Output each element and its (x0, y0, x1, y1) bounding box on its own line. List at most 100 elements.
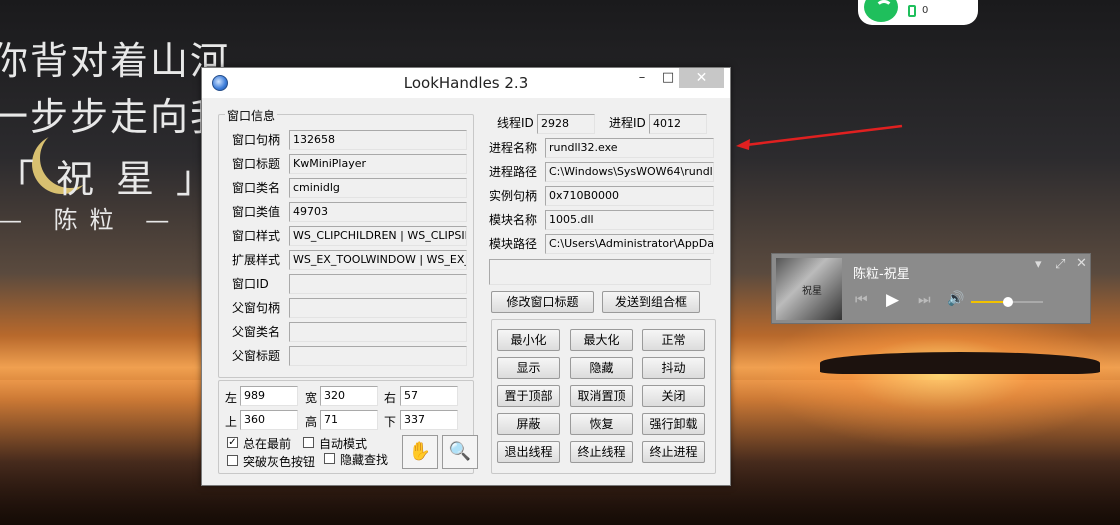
send-to-combo-button[interactable]: 发送到组合框 (602, 291, 700, 313)
next-icon[interactable]: ⏭ (918, 292, 931, 308)
finder-hand-button[interactable]: ✋ (402, 435, 438, 469)
wallpaper-island (820, 352, 1100, 374)
minimize-button[interactable]: – (629, 68, 655, 88)
process-id-field[interactable]: 4012 (649, 114, 707, 134)
bottom-field[interactable]: 337 (400, 410, 458, 430)
network-count: 0 (922, 5, 929, 16)
exit-thread-button[interactable]: 退出线程 (497, 441, 560, 463)
bottom-label: 下 (384, 415, 397, 429)
hand-icon: ✋ (408, 441, 432, 462)
instance-handle-label: 实例句柄 (489, 189, 538, 203)
break-gray-checkbox[interactable] (227, 455, 238, 466)
hide-button[interactable]: 隐藏 (570, 357, 633, 379)
wallpaper-lyric-2: 一步步走向我 (0, 95, 231, 139)
ex-style-label: 扩展样式 (232, 253, 281, 267)
left-field[interactable]: 989 (240, 386, 298, 406)
auto-mode-checkbox[interactable] (303, 437, 314, 448)
window-handle-field[interactable]: 132658 (289, 130, 467, 150)
extra-info-field[interactable] (489, 259, 711, 285)
title-bar[interactable]: LookHandles 2.3 – □ ✕ (202, 68, 730, 98)
height-field[interactable]: 71 (320, 410, 378, 430)
album-art: 祝星 (776, 258, 842, 320)
lookhandles-window: LookHandles 2.3 – □ ✕ 窗口信息 窗口句柄 132658 窗… (201, 67, 731, 486)
normal-action-button[interactable]: 正常 (642, 329, 705, 351)
parent-class-field[interactable] (289, 322, 467, 342)
search-button[interactable]: 🔍 (442, 435, 478, 469)
window-class-value-field[interactable]: 49703 (289, 202, 467, 222)
always-on-top-checkbox[interactable]: ✓ (227, 437, 238, 448)
window-class-field[interactable]: cminidlg (289, 178, 467, 198)
instance-handle-field[interactable]: 0x710B0000 (545, 186, 714, 206)
right-label: 右 (384, 391, 397, 405)
modify-title-button[interactable]: 修改窗口标题 (491, 291, 594, 313)
process-id-label: 进程ID (609, 116, 646, 130)
window-client: 窗口信息 窗口句柄 132658 窗口标题 KwMiniPlayer 窗口类名 … (209, 99, 725, 482)
wallpaper-artist: — 陈粒 — (0, 206, 182, 234)
process-name-label: 进程名称 (489, 141, 538, 155)
close-button[interactable]: ✕ (679, 68, 724, 88)
mini-player: 祝星 陈粒-祝星 ▾ ⤢ ✕ ⏮ ▶ ⏭ 🔊 (771, 253, 1091, 324)
window-class-value-label: 窗口类值 (232, 205, 281, 219)
volume-icon[interactable]: 🔊 (947, 291, 964, 307)
red-arrow-annotation (736, 124, 903, 150)
expand-icon[interactable]: ⤢ (1055, 257, 1065, 272)
wifi-icon (864, 0, 898, 22)
previous-icon[interactable]: ⏮ (855, 292, 868, 308)
shake-button[interactable]: 抖动 (642, 357, 705, 379)
window-handle-label: 窗口句柄 (232, 133, 281, 147)
minimize-action-button[interactable]: 最小化 (497, 329, 560, 351)
window-style-field[interactable]: WS_CLIPCHILDREN | WS_CLIPSIBLI (289, 226, 467, 246)
album-art-text: 祝星 (802, 286, 822, 297)
terminate-process-button[interactable]: 终止进程 (642, 441, 705, 463)
play-icon[interactable]: ▶ (886, 290, 899, 310)
module-name-field[interactable]: 1005.dll (545, 210, 714, 230)
top-field[interactable]: 360 (240, 410, 298, 430)
process-path-field[interactable]: C:\Windows\SysWOW64\rundll32. (545, 162, 714, 182)
cancel-topmost-button[interactable]: 取消置顶 (570, 385, 633, 407)
height-label: 高 (305, 415, 318, 429)
right-field[interactable]: 57 (400, 386, 458, 406)
thread-id-field[interactable]: 2928 (537, 114, 595, 134)
left-label: 左 (225, 391, 238, 405)
window-style-label: 窗口样式 (232, 229, 281, 243)
module-path-field[interactable]: C:\Users\Administrator\AppData\R (545, 234, 714, 254)
window-id-field[interactable] (289, 274, 467, 294)
show-button[interactable]: 显示 (497, 357, 560, 379)
dropdown-icon[interactable]: ▾ (1035, 257, 1042, 272)
wallpaper-lyric-1: 你背对着山河 (0, 39, 231, 83)
parent-class-label: 父窗类名 (232, 325, 281, 339)
ex-style-field[interactable]: WS_EX_TOOLWINDOW | WS_EX_LA (289, 250, 467, 270)
terminate-thread-button[interactable]: 终止线程 (570, 441, 633, 463)
player-song-title: 陈粒-祝星 (853, 267, 910, 282)
close-window-button[interactable]: 关闭 (642, 385, 705, 407)
disable-button[interactable]: 屏蔽 (497, 413, 560, 435)
window-info-caption: 窗口信息 (225, 107, 278, 124)
module-path-label: 模块路径 (489, 237, 538, 251)
width-label: 宽 (305, 391, 318, 405)
force-unload-button[interactable]: 强行卸载 (642, 413, 705, 435)
player-close-icon[interactable]: ✕ (1076, 256, 1087, 271)
window-title-label: 窗口标题 (232, 157, 281, 171)
set-topmost-button[interactable]: 置于顶部 (497, 385, 560, 407)
auto-mode-label: 自动模式 (319, 437, 368, 451)
hidden-search-checkbox[interactable] (324, 453, 335, 464)
volume-knob[interactable] (1003, 297, 1014, 307)
parent-title-field[interactable] (289, 346, 467, 366)
parent-title-label: 父窗标题 (232, 349, 281, 363)
volume-slider[interactable] (971, 297, 1043, 307)
width-field[interactable]: 320 (320, 386, 378, 406)
maximize-button[interactable]: □ (655, 68, 681, 88)
network-widget[interactable]: 0 (858, 0, 978, 25)
search-icon: 🔍 (448, 441, 472, 462)
break-gray-label: 突破灰色按钮 (243, 455, 316, 469)
window-title-field[interactable]: KwMiniPlayer (289, 154, 467, 174)
thread-id-label: 线程ID (497, 116, 534, 130)
restore-button[interactable]: 恢复 (570, 413, 633, 435)
parent-handle-field[interactable] (289, 298, 467, 318)
process-path-label: 进程路径 (489, 165, 538, 179)
battery-icon (908, 5, 916, 17)
always-on-top-label: 总在最前 (243, 437, 292, 451)
maximize-action-button[interactable]: 最大化 (570, 329, 633, 351)
process-name-field[interactable]: rundll32.exe (545, 138, 714, 158)
hidden-search-label: 隐藏查找 (340, 453, 389, 467)
